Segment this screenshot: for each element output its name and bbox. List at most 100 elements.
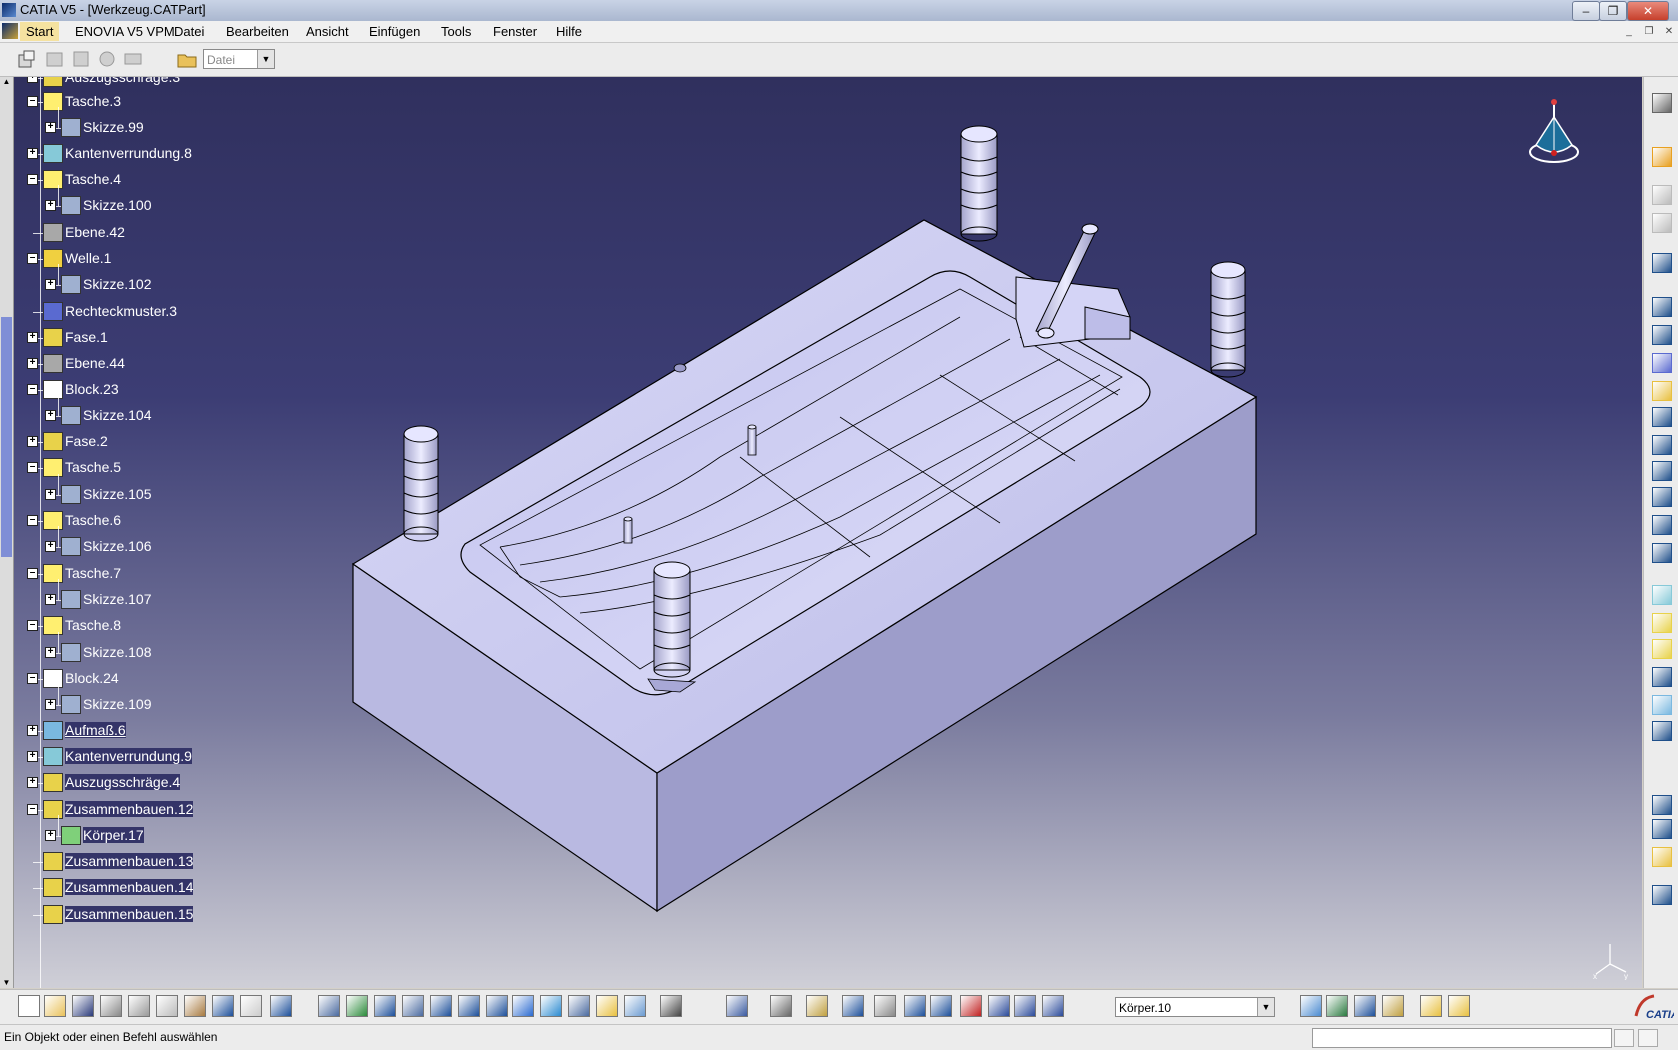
capture-icon[interactable]	[660, 995, 682, 1017]
mapping-icon[interactable]	[1326, 995, 1348, 1017]
shaft-icon[interactable]	[1652, 353, 1672, 373]
cut-icon[interactable]	[128, 995, 150, 1017]
grey-tool-icon-3[interactable]	[96, 48, 118, 70]
expand-toggle[interactable]: +	[27, 725, 38, 736]
menu-enovia[interactable]: ENOVIA V5 VPM	[75, 24, 175, 39]
tree-node[interactable]: + Skizze.100	[14, 195, 314, 217]
doc-minimize-button[interactable]: _	[1622, 25, 1636, 38]
measure-icon[interactable]	[960, 995, 982, 1017]
line-icon[interactable]	[1652, 819, 1672, 839]
tree-node[interactable]: + Skizze.109	[14, 694, 314, 716]
collapse-toggle[interactable]: –	[27, 620, 38, 631]
sketcher-icon[interactable]	[1652, 253, 1672, 273]
normal-view-icon[interactable]	[486, 995, 508, 1017]
tree-node[interactable]: Rechteckmuster.3	[14, 301, 314, 323]
settings-icon[interactable]	[1652, 93, 1672, 113]
restore-button[interactable]: ❐	[1599, 1, 1627, 21]
menu-start[interactable]: Start	[20, 22, 60, 41]
rotate-3d-icon[interactable]	[874, 995, 896, 1017]
menu-tools[interactable]: Tools	[441, 24, 471, 39]
dimension-icon[interactable]	[930, 995, 952, 1017]
iso-view-icon[interactable]	[540, 995, 562, 1017]
pan-icon[interactable]	[374, 995, 396, 1017]
fit-all-icon[interactable]	[346, 995, 368, 1017]
rotate-icon[interactable]	[402, 995, 424, 1017]
stiffener-icon[interactable]	[1652, 487, 1672, 507]
catia-app-icon[interactable]	[2, 3, 16, 17]
swap-space-icon[interactable]	[624, 995, 646, 1017]
tree-node[interactable]: – Block.24	[14, 668, 314, 690]
measure-item-icon[interactable]	[770, 995, 792, 1017]
tree-node[interactable]: + Skizze.99	[14, 117, 314, 139]
tree-node[interactable]: + Skizze.107	[14, 589, 314, 611]
parameters-icon[interactable]	[1042, 995, 1064, 1017]
thickness-icon[interactable]	[1652, 695, 1672, 715]
expand-toggle[interactable]: +	[45, 830, 56, 841]
tree-node[interactable]: Zusammenbauen.13	[14, 851, 314, 873]
scroll-thumb[interactable]	[1, 317, 12, 557]
tree-node[interactable]: – Tasche.8	[14, 615, 314, 637]
tree-node[interactable]: – Tasche.7	[14, 563, 314, 585]
thread-icon[interactable]	[1652, 721, 1672, 741]
axis-system-icon[interactable]	[904, 995, 926, 1017]
tree-node[interactable]: + Körper.17	[14, 825, 314, 847]
tree-node[interactable]: – Tasche.3	[14, 91, 314, 113]
fillet-icon[interactable]	[1652, 585, 1672, 605]
color-icon[interactable]	[1382, 995, 1404, 1017]
tree-node[interactable]: + Ebene.44	[14, 353, 314, 375]
expand-toggle[interactable]: +	[45, 489, 56, 500]
expand-toggle[interactable]: +	[27, 777, 38, 788]
loft-icon[interactable]	[1652, 515, 1672, 535]
collapse-toggle[interactable]: –	[27, 462, 38, 473]
tree-node[interactable]: – Tasche.4	[14, 169, 314, 191]
tree-node[interactable]: – Tasche.5	[14, 457, 314, 479]
multi-view-icon[interactable]	[512, 995, 534, 1017]
chamfer-icon[interactable]	[1652, 613, 1672, 633]
expand-toggle[interactable]: +	[27, 751, 38, 762]
list-icon[interactable]	[1014, 995, 1036, 1017]
tree-node[interactable]: + Kantenverrundung.8	[14, 143, 314, 165]
menu-hilfe[interactable]: Hilfe	[556, 24, 582, 39]
zoom-in-icon[interactable]	[430, 995, 452, 1017]
collapse-toggle[interactable]: –	[27, 96, 38, 107]
groove-icon[interactable]	[1652, 381, 1672, 401]
draft-icon[interactable]	[1652, 639, 1672, 659]
tree-node[interactable]: + Skizze.108	[14, 642, 314, 664]
expand-toggle[interactable]: +	[45, 122, 56, 133]
current-body-combo[interactable]: Körper.10 ▼	[1115, 997, 1275, 1017]
tree-node[interactable]: + Kantenverrundung.9	[14, 746, 314, 768]
tree-node[interactable]: Zusammenbauen.14	[14, 877, 314, 899]
hole-icon[interactable]	[1652, 407, 1672, 427]
grey-icon-b[interactable]	[1652, 213, 1672, 233]
tree-node[interactable]: Zusammenbauen.15	[14, 904, 314, 926]
tree-node[interactable]: – Zusammenbauen.12	[14, 799, 314, 821]
expand-toggle[interactable]: +	[45, 279, 56, 290]
compass-icon[interactable]	[1524, 97, 1584, 177]
tree-node[interactable]: + Aufmaß.6	[14, 720, 314, 742]
point-icon[interactable]	[1652, 795, 1672, 815]
print-icon[interactable]	[100, 995, 122, 1017]
scroll-up-arrow[interactable]: ▲	[1, 77, 12, 87]
new-icon[interactable]	[18, 995, 40, 1017]
tree-scrollbar[interactable]: ▲ ▼	[0, 77, 14, 988]
tree-node[interactable]: + Fase.1	[14, 327, 314, 349]
fly-mode-icon[interactable]	[318, 995, 340, 1017]
tree-node[interactable]: – Tasche.6	[14, 510, 314, 532]
paste-icon[interactable]	[184, 995, 206, 1017]
menu-ansicht[interactable]: Ansicht	[306, 24, 349, 39]
save-icon[interactable]	[72, 995, 94, 1017]
collapse-toggle[interactable]: –	[27, 174, 38, 185]
open-folder-icon[interactable]	[176, 48, 198, 70]
tree-node[interactable]: + Auszugsschräge.4	[14, 772, 314, 794]
redo-icon[interactable]	[240, 995, 262, 1017]
tree-node[interactable]: + Skizze.106	[14, 536, 314, 558]
grey-tool-icon-4[interactable]	[122, 48, 144, 70]
grey-tool-icon-1[interactable]	[44, 48, 66, 70]
apply-material-icon[interactable]	[1300, 995, 1322, 1017]
tree-node[interactable]: + Skizze.102	[14, 274, 314, 296]
whats-this-icon[interactable]	[270, 995, 292, 1017]
workbench-combo[interactable]: Datei ▼	[203, 49, 275, 69]
status-button-2[interactable]	[1638, 1029, 1658, 1047]
collapse-toggle[interactable]: –	[27, 515, 38, 526]
grey-icon-a[interactable]	[1652, 185, 1672, 205]
